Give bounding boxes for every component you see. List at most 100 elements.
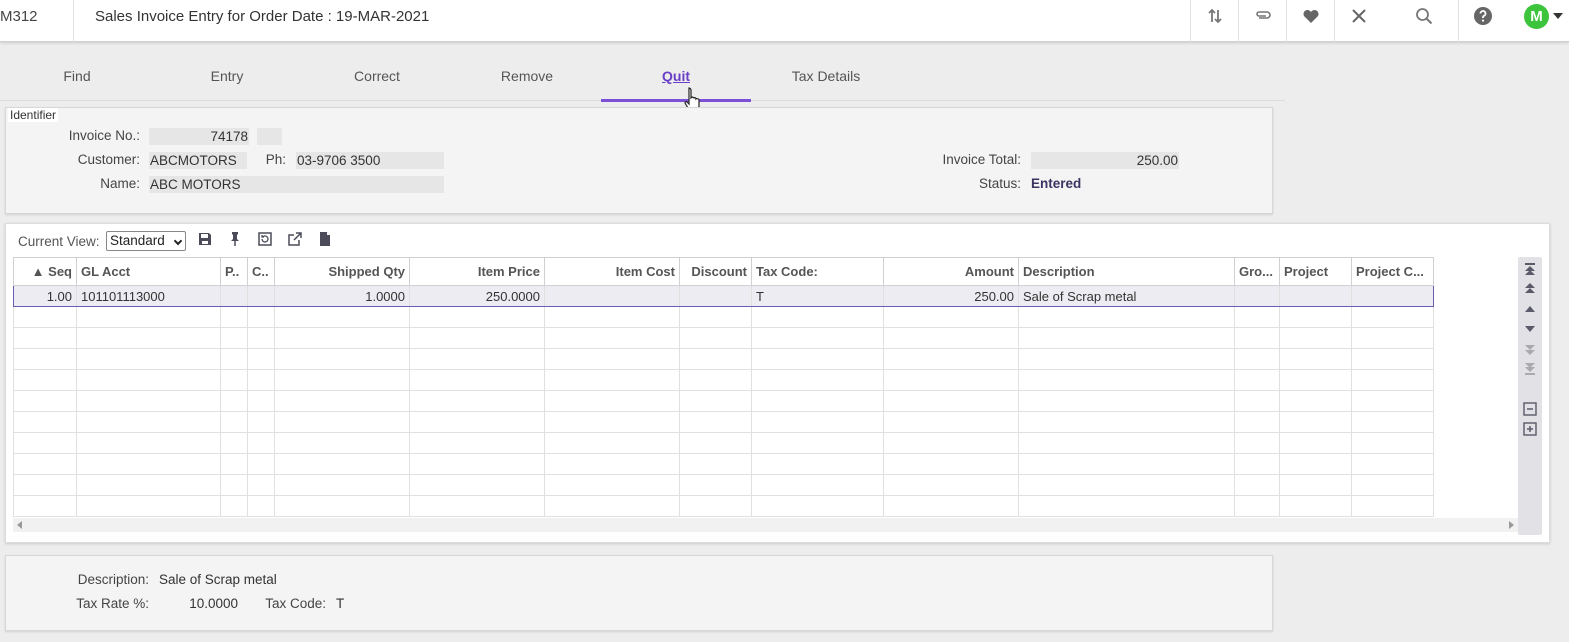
empty-cell[interactable] [220,411,248,433]
empty-cell[interactable] [544,495,680,517]
empty-cell[interactable] [883,432,1019,454]
empty-cell[interactable] [1018,453,1235,475]
table-row[interactable] [13,390,1434,412]
table-row[interactable] [13,495,1434,517]
empty-cell[interactable] [76,306,221,328]
empty-cell[interactable] [1018,348,1235,370]
invoice-no-suffix-field[interactable] [257,128,282,145]
empty-cell[interactable] [247,369,275,391]
restore-button[interactable] [255,229,275,249]
row-up-button[interactable] [1522,301,1538,317]
empty-cell[interactable] [220,432,248,454]
name-field[interactable]: ABC MOTORS [149,176,444,193]
empty-cell[interactable] [13,432,77,454]
empty-cell[interactable] [1351,390,1434,412]
empty-cell[interactable] [274,306,410,328]
table-row[interactable] [13,327,1434,349]
chevron-down-icon[interactable] [1553,13,1563,19]
empty-cell[interactable] [1279,327,1352,349]
empty-cell[interactable] [247,474,275,496]
column-header-c[interactable]: C.. [247,257,275,286]
table-row[interactable] [13,411,1434,433]
empty-cell[interactable] [883,495,1019,517]
empty-cell[interactable] [274,495,410,517]
empty-cell[interactable] [751,306,884,328]
close-button[interactable] [1334,0,1382,42]
first-page-button[interactable] [1522,261,1538,277]
empty-cell[interactable] [1234,348,1280,370]
empty-cell[interactable] [274,369,410,391]
scroll-right-icon[interactable] [1509,521,1514,529]
empty-cell[interactable] [13,369,77,391]
empty-cell[interactable] [679,432,752,454]
cell-gro[interactable] [1234,285,1280,307]
empty-cell[interactable] [1018,495,1235,517]
empty-cell[interactable] [13,390,77,412]
empty-cell[interactable] [220,495,248,517]
empty-cell[interactable] [220,453,248,475]
empty-cell[interactable] [1018,411,1235,433]
empty-cell[interactable] [274,474,410,496]
empty-cell[interactable] [544,348,680,370]
row-down-button[interactable] [1522,321,1538,337]
empty-cell[interactable] [409,390,545,412]
empty-cell[interactable] [1279,411,1352,433]
invoice-no-field[interactable]: 74178 [149,128,249,145]
empty-cell[interactable] [1279,348,1352,370]
empty-cell[interactable] [220,327,248,349]
empty-cell[interactable] [13,474,77,496]
table-row[interactable] [13,474,1434,496]
cell-project[interactable] [1279,285,1352,307]
column-header-item-price[interactable]: Item Price [409,257,545,286]
empty-cell[interactable] [1234,327,1280,349]
cell-gl-acct[interactable]: 101101113000 [76,285,221,307]
page-down-button[interactable] [1522,341,1538,357]
empty-cell[interactable] [1234,369,1280,391]
tab-tax-details[interactable]: Tax Details [751,55,901,101]
empty-cell[interactable] [544,327,680,349]
empty-cell[interactable] [76,348,221,370]
empty-cell[interactable] [247,432,275,454]
empty-cell[interactable] [883,474,1019,496]
empty-cell[interactable] [76,369,221,391]
empty-cell[interactable] [247,453,275,475]
empty-cell[interactable] [679,369,752,391]
empty-cell[interactable] [76,327,221,349]
empty-cell[interactable] [409,306,545,328]
save-view-button[interactable] [195,229,215,249]
empty-cell[interactable] [751,432,884,454]
cell-seq[interactable]: 1.00 [13,285,77,307]
empty-cell[interactable] [1351,411,1434,433]
empty-cell[interactable] [1351,306,1434,328]
table-row[interactable] [13,306,1434,328]
empty-cell[interactable] [544,432,680,454]
empty-cell[interactable] [883,411,1019,433]
empty-cell[interactable] [544,390,680,412]
empty-cell[interactable] [1018,327,1235,349]
empty-cell[interactable] [13,327,77,349]
table-row[interactable] [13,453,1434,475]
empty-cell[interactable] [1351,369,1434,391]
empty-cell[interactable] [220,306,248,328]
empty-cell[interactable] [274,390,410,412]
column-header-gl-acct[interactable]: GL Acct [76,257,221,286]
empty-cell[interactable] [1279,495,1352,517]
column-header-gro[interactable]: Gro... [1234,257,1280,286]
attachment-button[interactable] [1238,0,1286,42]
column-header-tax-code[interactable]: Tax Code: [751,257,884,286]
sort-button[interactable] [1190,0,1238,42]
last-page-button[interactable] [1522,361,1538,377]
cell-amount[interactable]: 250.00 [883,285,1019,307]
column-header-description[interactable]: Description [1018,257,1235,286]
empty-cell[interactable] [883,453,1019,475]
empty-cell[interactable] [883,348,1019,370]
empty-cell[interactable] [679,453,752,475]
avatar[interactable]: M [1524,4,1549,29]
empty-cell[interactable] [247,495,275,517]
table-row[interactable] [13,369,1434,391]
column-header-project-c[interactable]: Project C... [1351,257,1434,286]
empty-cell[interactable] [13,348,77,370]
empty-cell[interactable] [751,411,884,433]
empty-cell[interactable] [409,495,545,517]
empty-cell[interactable] [247,348,275,370]
